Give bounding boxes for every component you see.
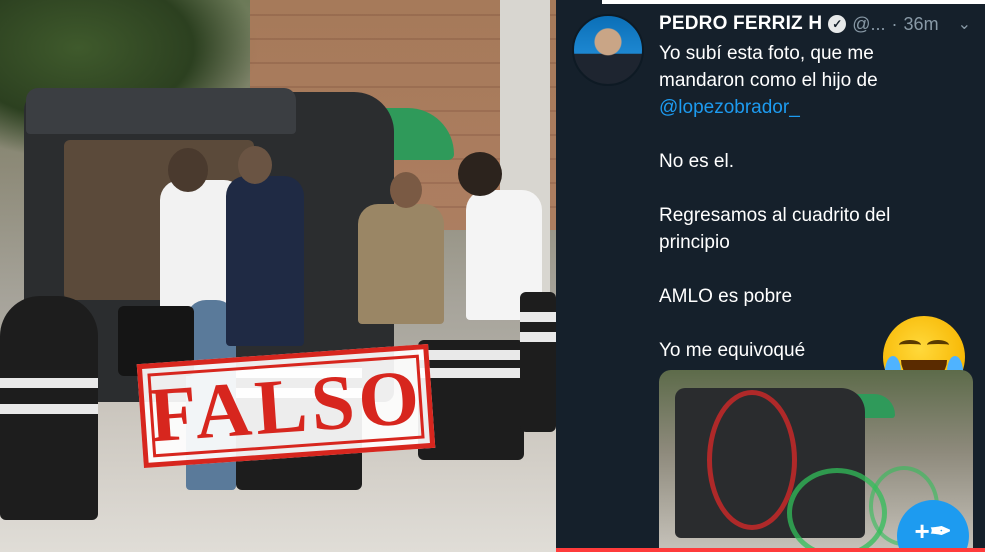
mention-link[interactable]: @lopezobrador_ [659,97,800,118]
tweet-line-4: AMLO es pobre [659,286,793,307]
person-head [168,148,208,192]
verified-badge-icon: ✓ [828,15,847,33]
tweet-timestamp[interactable]: 36m [904,14,939,35]
tweet-text: Yo subí esta foto, que me mandaron como … [659,40,959,364]
tweet-line-2: No es el. [659,151,734,172]
emoji-eye [899,340,921,350]
person-navy-suit [226,176,304,346]
tweet-line-1: Yo subí esta foto, que me mandaron como … [659,43,878,91]
falso-stamp: FALSO [136,343,436,469]
chevron-down-icon[interactable]: ⌄ [958,14,971,34]
author-handle[interactable]: @... [852,14,885,35]
person-khaki-vest [358,204,444,324]
separator-dot: · [891,13,898,34]
person-head [238,146,272,184]
tweet-line-3: Regresamos al cuadrito del principio [659,205,891,253]
news-photo: FALSO [0,0,556,552]
tweet-header: PEDRO FERRIZ H ✓ @... · 36m [659,12,939,36]
author-avatar[interactable] [572,14,644,86]
person-head [390,172,422,208]
bottom-accent-bar [556,548,985,552]
suv-trunk-door [26,88,296,134]
person-head [458,152,502,196]
author-name[interactable]: PEDRO FERRIZ H [659,13,822,35]
bollard [520,292,556,432]
top-divider [602,0,985,4]
emoji-eye [927,340,949,350]
red-circle-annotation [707,390,797,530]
bollard [0,296,98,520]
